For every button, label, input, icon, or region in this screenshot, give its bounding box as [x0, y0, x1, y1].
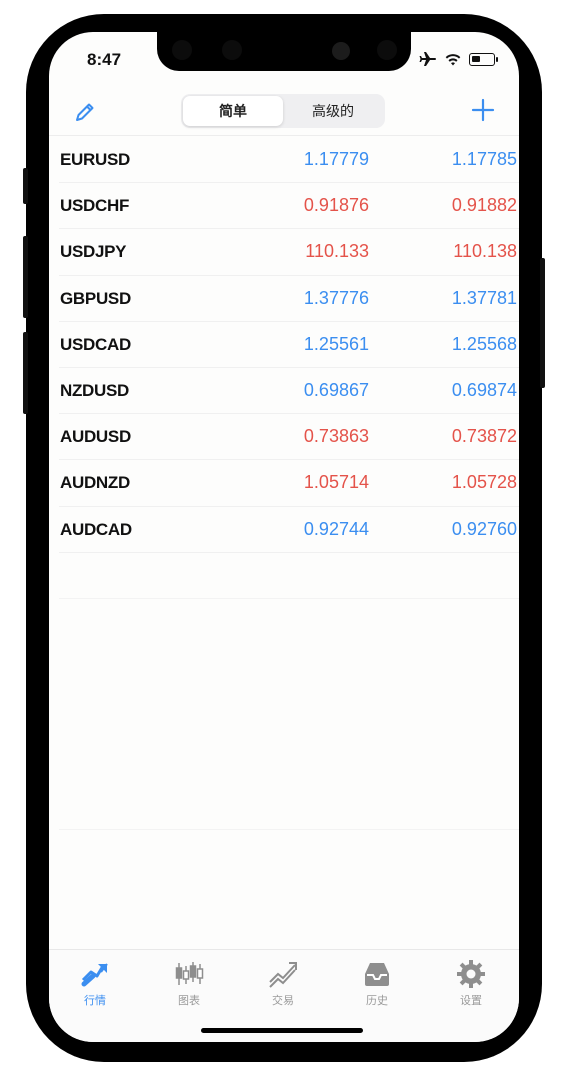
home-indicator [201, 1028, 363, 1033]
app-screen: 8:47 简单 高级的 EURUSD 1.17779 1.17785 USDCHF 0.… [49, 32, 519, 1042]
mode-segmented-control: 简单 高级的 [181, 94, 385, 128]
ask-price: 0.91882 [451, 195, 517, 216]
quote-row[interactable]: AUDNZD 1.05714 1.05728 [59, 460, 519, 507]
quote-row[interactable]: AUDUSD 0.73863 0.73872 [59, 414, 519, 461]
quote-row[interactable]: USDJPY 110.133 110.138 [59, 229, 519, 276]
segment-advanced[interactable]: 高级的 [283, 96, 383, 126]
nav-bar: 简单 高级的 [49, 90, 519, 136]
symbol-name: USDCAD [60, 334, 131, 354]
divider [59, 829, 519, 830]
symbol-name: AUDCAD [60, 519, 132, 539]
ask-price: 1.25568 [451, 333, 517, 354]
ask-price: 110.138 [453, 241, 517, 262]
quotes-icon [81, 963, 108, 987]
quotes-list: EURUSD 1.17779 1.17785 USDCHF 0.91876 0.91882… [49, 137, 519, 553]
symbol-name: USDCHF [60, 196, 130, 216]
tab-quotes[interactable]: 行情 [55, 958, 135, 1008]
phone-mute-switch [23, 168, 28, 204]
ask-price: 1.17785 [451, 149, 517, 169]
status-icons [419, 51, 498, 67]
symbol-name: AUDUSD [60, 427, 131, 447]
settings-icon [457, 960, 485, 988]
quote-row[interactable]: GBPUSD 1.37776 1.37781 [59, 276, 519, 322]
tab-label: 交易 [272, 995, 294, 1007]
phone-volume-down [23, 332, 28, 414]
quote-row[interactable]: EURUSD 1.17779 1.17785 [59, 137, 519, 184]
bid-price: 0.69867 [303, 379, 369, 400]
tab-settings[interactable]: 设置 [431, 958, 511, 1008]
bid-price: 110.133 [305, 241, 369, 262]
bid-price: 1.17779 [303, 149, 369, 169]
tab-label: 历史 [366, 995, 388, 1007]
phone-volume-up [23, 236, 28, 318]
bid-price: 1.25561 [303, 333, 369, 354]
bid-price: 0.73863 [303, 426, 369, 447]
quote-row[interactable]: USDCHF 0.91876 0.91882 [59, 183, 519, 230]
tab-history[interactable]: 历史 [337, 958, 417, 1008]
tab-label: 设置 [460, 995, 482, 1007]
bid-price: 1.37776 [303, 287, 369, 308]
tab-label: 行情 [84, 995, 106, 1007]
tab-chart[interactable]: 图表 [149, 958, 229, 1008]
phone-notch [157, 32, 411, 71]
bid-price: 1.05714 [303, 472, 369, 493]
battery-icon [469, 52, 498, 66]
bid-price: 0.91876 [303, 195, 369, 216]
ask-price: 1.05728 [451, 472, 517, 493]
quote-row[interactable]: NZDUSD 0.69867 0.69874 [59, 368, 519, 415]
quote-row[interactable]: USDCAD 1.25561 1.25568 [59, 322, 519, 368]
airplane-icon [419, 52, 436, 66]
ask-price: 0.92760 [451, 518, 517, 539]
tab-trade[interactable]: 交易 [243, 958, 323, 1008]
history-icon [365, 963, 389, 986]
chart-icon [175, 962, 204, 985]
ask-price: 1.37781 [451, 287, 517, 308]
symbol-name: AUDNZD [60, 473, 130, 493]
status-time: 8:47 [87, 50, 122, 69]
tab-label: 图表 [178, 995, 200, 1007]
phone-power-button [540, 258, 545, 388]
ask-price: 0.73872 [451, 426, 517, 447]
symbol-name: EURUSD [60, 150, 130, 169]
pencil-icon[interactable] [71, 98, 99, 126]
symbol-name: USDJPY [60, 242, 127, 262]
add-icon[interactable] [469, 96, 497, 124]
symbol-name: GBPUSD [60, 288, 131, 308]
symbol-name: NZDUSD [60, 380, 130, 400]
quote-row[interactable]: AUDCAD 0.92744 0.92760 [59, 507, 519, 553]
divider [59, 598, 519, 599]
segment-simple[interactable]: 简单 [183, 96, 283, 126]
bid-price: 0.92744 [303, 518, 369, 539]
ask-price: 0.69874 [451, 379, 517, 400]
trade-icon [269, 962, 297, 988]
wifi-icon [445, 53, 461, 65]
